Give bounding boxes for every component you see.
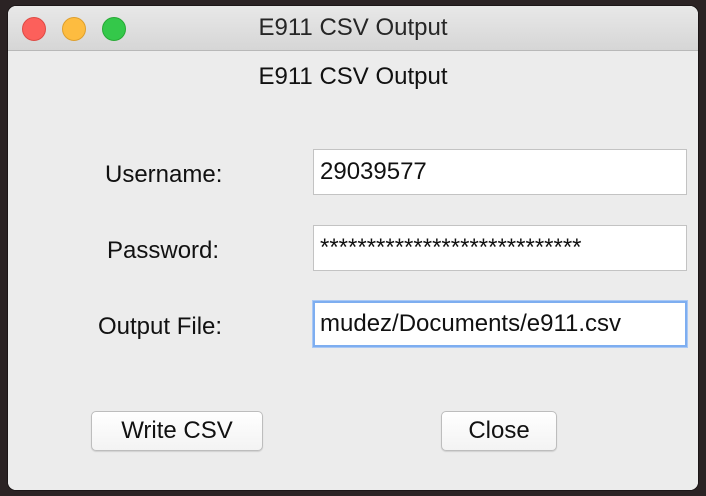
password-label: Password:: [107, 237, 220, 264]
output-file-input[interactable]: mudez/Documents/e911.csv: [313, 301, 687, 347]
write-csv-button[interactable]: Write CSV: [91, 411, 263, 451]
username-label: Username:: [105, 161, 223, 188]
password-input[interactable]: ****************************: [313, 225, 687, 271]
form-heading: E911 CSV Output: [258, 63, 448, 90]
window-title: E911 CSV Output: [258, 14, 448, 41]
form-panel: E911 CSV Output Username: 29039577 Passw…: [8, 51, 698, 490]
username-input[interactable]: 29039577: [313, 149, 687, 195]
close-button[interactable]: Close: [441, 411, 557, 451]
title-bar[interactable]: E911 CSV Output: [8, 6, 698, 51]
output-file-label: Output File:: [98, 313, 223, 340]
app-window: E911 CSV Output E911 CSV Output Username…: [8, 6, 698, 490]
